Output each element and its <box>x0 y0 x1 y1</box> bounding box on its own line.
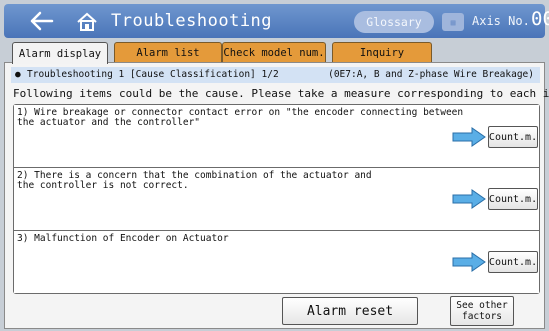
tab-alarm-list[interactable]: Alarm list <box>114 42 222 63</box>
cause-item-3: 3) Malfunction of Encoder on Actuator Co… <box>14 231 539 293</box>
instruction-text: Following items could be the cause. Plea… <box>13 87 549 100</box>
cause-text: 3) Malfunction of Encoder on Actuator <box>17 233 229 244</box>
left-arrow-icon <box>30 11 54 31</box>
tab-inquiry[interactable]: Inquiry <box>332 42 432 63</box>
cause-text: 2) There is a concern that the combinati… <box>17 170 372 191</box>
axis-value: 00 <box>531 8 549 30</box>
glossary-button[interactable]: Glossary <box>354 11 434 33</box>
cause-list: 1) Wire breakage or connector contact er… <box>13 104 540 294</box>
right-arrow-icon <box>452 127 486 147</box>
countermeasure-button[interactable]: Count.m. <box>488 251 538 273</box>
cause-text: 1) Wire breakage or connector contact er… <box>17 107 464 128</box>
alarm-reset-button[interactable]: Alarm reset <box>282 297 418 325</box>
alarm-display-panel: ● Troubleshooting 1 [Cause Classificatio… <box>4 62 549 329</box>
header-bar: Troubleshooting Glossary ▦ Axis No. 00 <box>4 4 549 38</box>
see-other-factors-button[interactable]: See other factors <box>450 296 514 326</box>
tab-alarm-display[interactable]: Alarm display <box>12 42 108 64</box>
see-other-label-line1: See other <box>456 300 508 311</box>
subheader-alarm-code: (0E7:A, B and Z-phase Wire Breakage) <box>328 69 534 80</box>
tab-check-model-num[interactable]: Check model num. <box>222 42 326 63</box>
back-button[interactable] <box>24 7 60 35</box>
see-other-label-line2: factors <box>461 311 503 322</box>
countermeasure-button[interactable]: Count.m. <box>488 188 538 210</box>
app-window: Troubleshooting Glossary ▦ Axis No. 00 A… <box>0 0 549 331</box>
right-arrow-icon <box>452 189 486 209</box>
subheader-title: Troubleshooting 1 [Cause Classification]… <box>27 69 279 80</box>
page-title: Troubleshooting <box>111 11 273 31</box>
countermeasure-button[interactable]: Count.m. <box>488 126 538 148</box>
axis-icon[interactable]: ▦ <box>442 13 464 31</box>
troubleshooting-subheader: ● Troubleshooting 1 [Cause Classificatio… <box>11 67 540 83</box>
right-arrow-icon <box>452 252 486 272</box>
cause-item-1: 1) Wire breakage or connector contact er… <box>14 105 539 168</box>
cause-item-2: 2) There is a concern that the combinati… <box>14 168 539 231</box>
bullet-icon: ● <box>15 69 21 80</box>
axis-label: Axis No. <box>472 14 530 28</box>
home-icon[interactable] <box>76 12 98 32</box>
